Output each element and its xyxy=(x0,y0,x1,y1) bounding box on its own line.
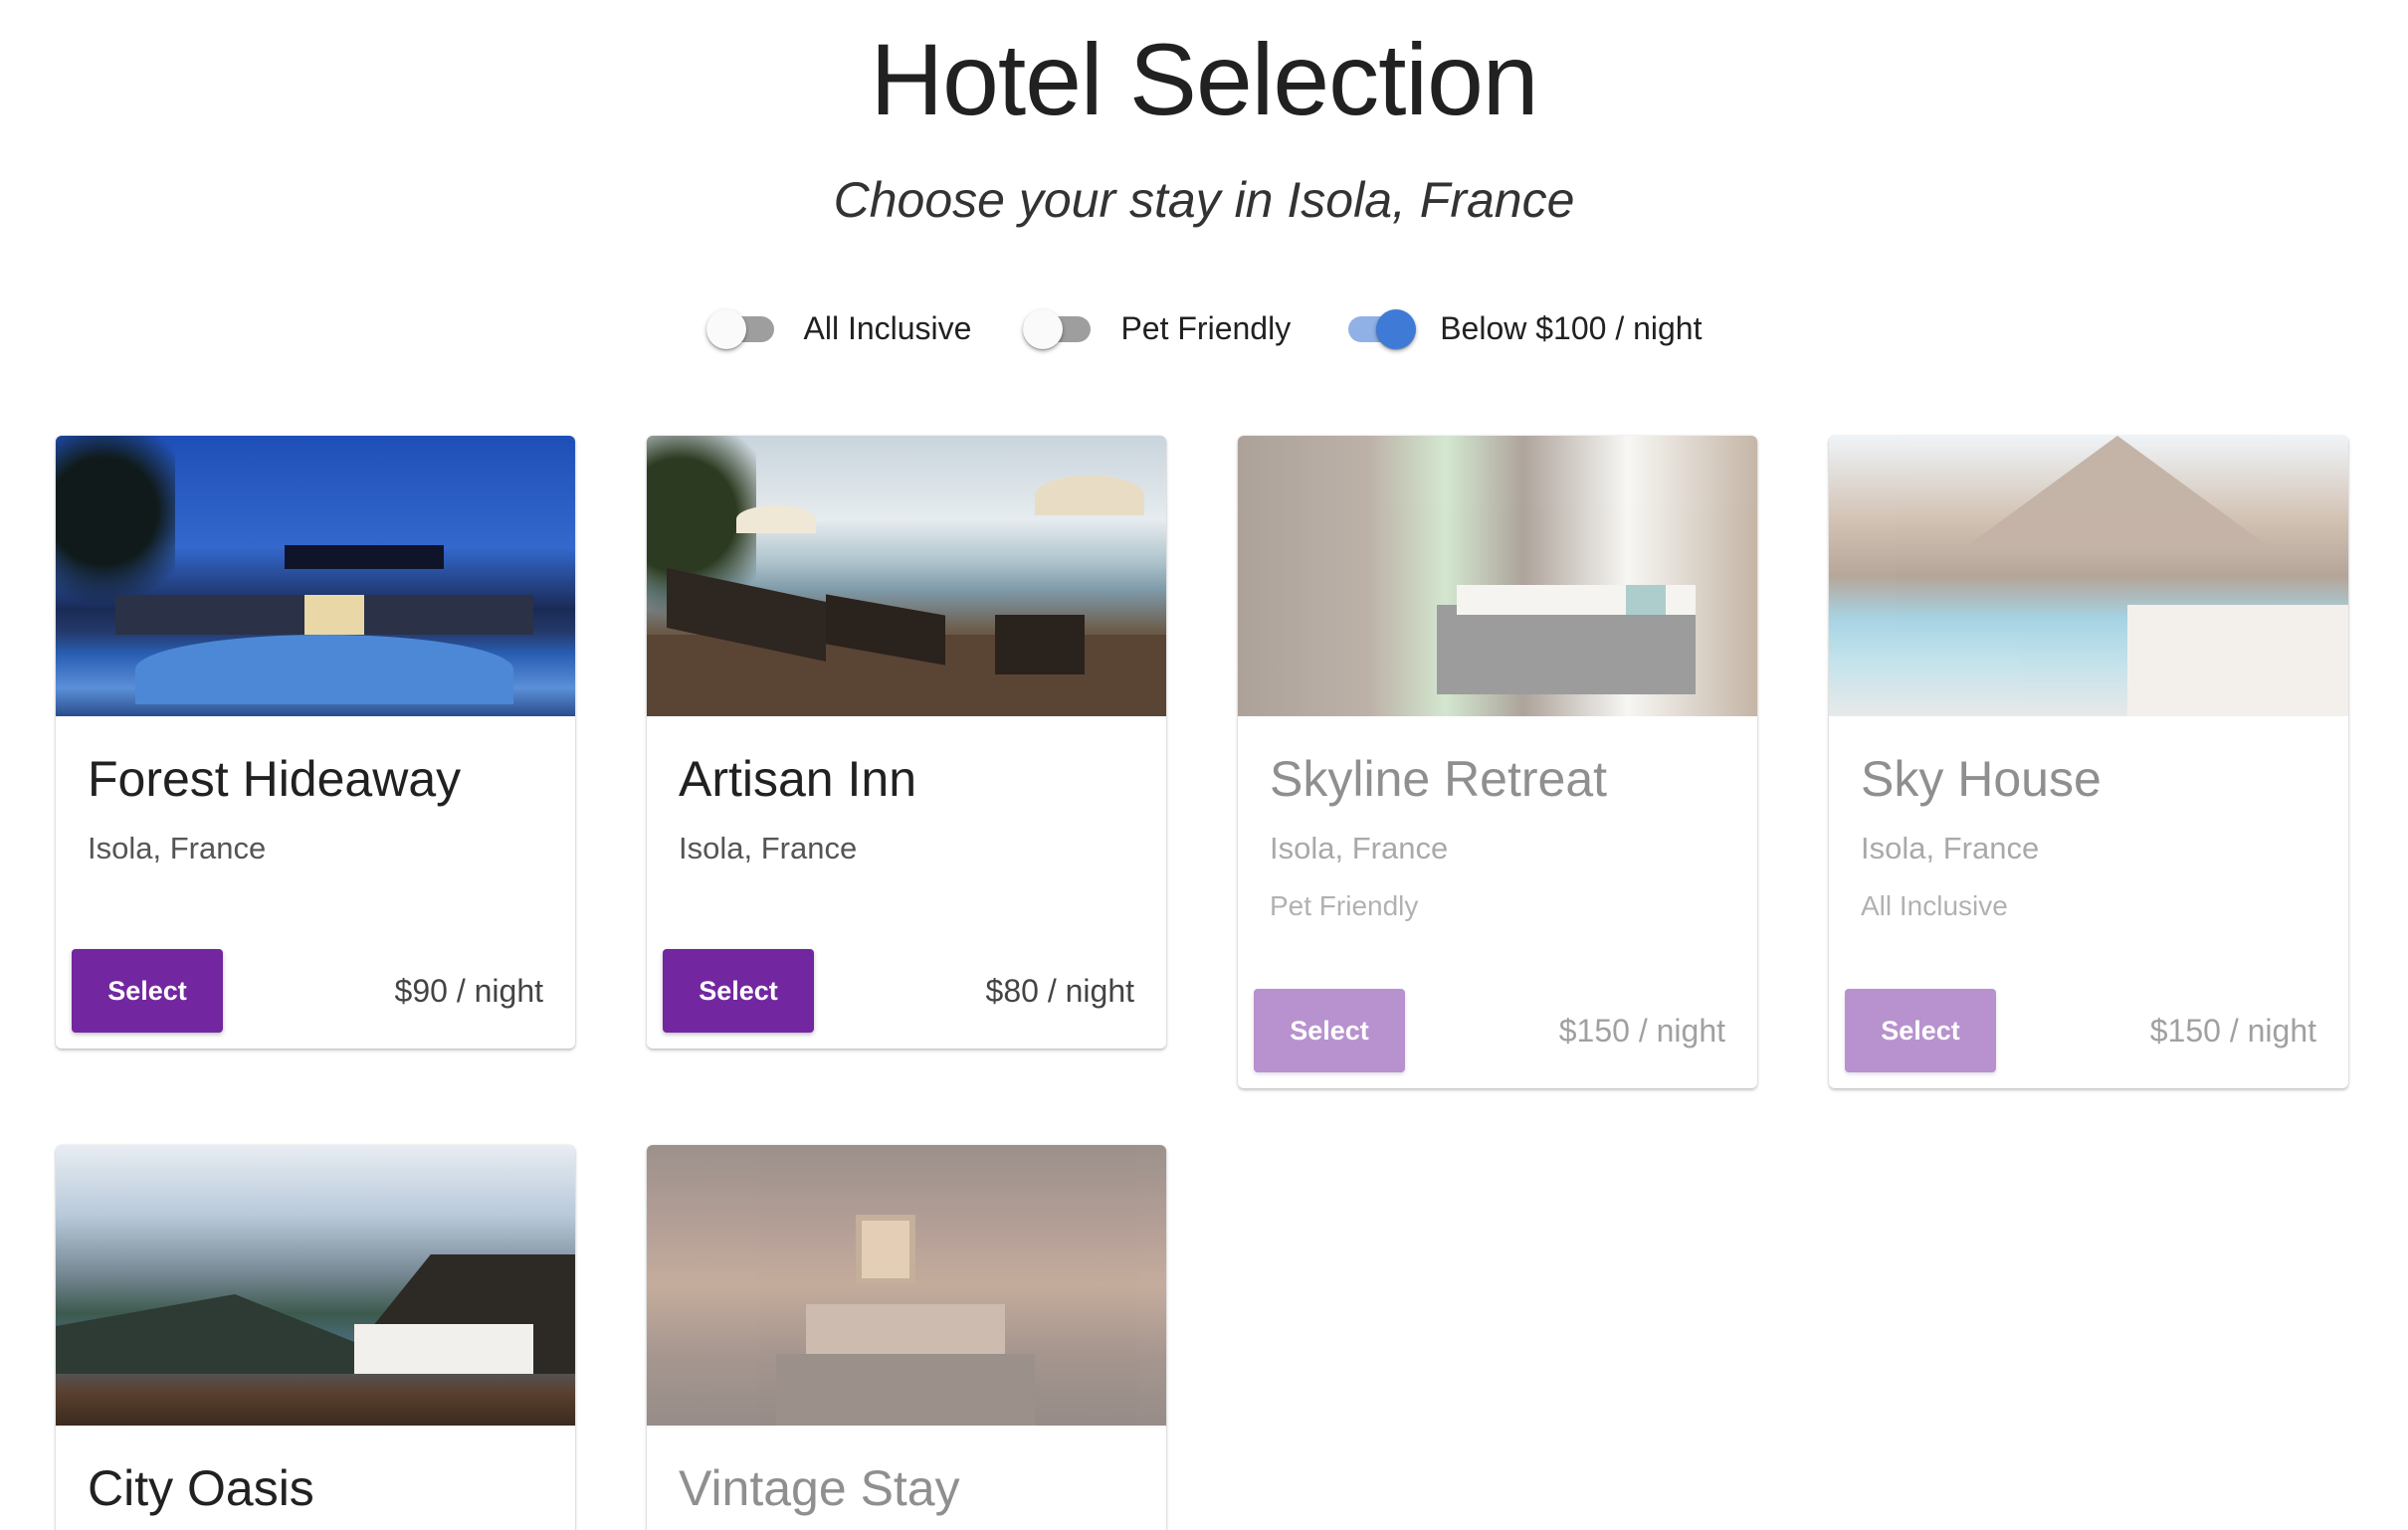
select-button[interactable]: Select xyxy=(72,949,223,1033)
hotel-card-city-oasis: City Oasis xyxy=(56,1145,575,1530)
hotel-card-sky-house: Sky House Isola, France All Inclusive Se… xyxy=(1829,436,2348,1088)
filter-bar: All Inclusive Pet Friendly Below $100 / … xyxy=(0,308,2408,349)
hotel-name: Sky House xyxy=(1861,751,2102,807)
hotel-location: Isola, France xyxy=(679,831,858,865)
hotel-card-skyline-retreat: Skyline Retreat Isola, France Pet Friend… xyxy=(1238,436,1757,1088)
hotel-price: $150 / night xyxy=(1558,1012,1725,1049)
filter-label: Below $100 / night xyxy=(1440,309,1703,346)
hotel-name: Artisan Inn xyxy=(679,751,917,807)
below-100-toggle[interactable] xyxy=(1342,308,1417,349)
toggle-thumb[interactable] xyxy=(705,309,746,349)
hotel-photo xyxy=(647,436,1166,716)
hotel-name: Forest Hideaway xyxy=(88,751,462,807)
filter-below-100[interactable]: Below $100 / night xyxy=(1342,308,1703,349)
hotel-card-artisan-inn: Artisan Inn Isola, France Select $80 / n… xyxy=(647,436,1166,1049)
hotel-photo xyxy=(56,1145,575,1426)
hotel-tag: All Inclusive xyxy=(1861,890,2008,921)
hotel-tag: Pet Friendly xyxy=(1270,890,1419,921)
filter-all-inclusive[interactable]: All Inclusive xyxy=(705,308,972,349)
hotel-price: $90 / night xyxy=(394,972,543,1009)
select-button[interactable]: Select xyxy=(1845,989,1996,1072)
pet-friendly-toggle[interactable] xyxy=(1023,308,1097,349)
hotel-name: City Oasis xyxy=(88,1460,314,1516)
hotel-photo xyxy=(1238,436,1757,716)
select-button[interactable]: Select xyxy=(663,949,814,1033)
hotel-location: Isola, France xyxy=(1270,831,1449,865)
toggle-thumb[interactable] xyxy=(1376,309,1417,349)
page-title: Hotel Selection xyxy=(870,23,1538,136)
hotel-photo xyxy=(1829,436,2348,716)
hotel-name: Skyline Retreat xyxy=(1270,751,1608,807)
hotel-name: Vintage Stay xyxy=(679,1460,960,1516)
filter-pet-friendly[interactable]: Pet Friendly xyxy=(1023,308,1292,349)
hotel-price: $150 / night xyxy=(2149,1012,2316,1049)
filter-label: Pet Friendly xyxy=(1120,309,1292,346)
hotel-photo xyxy=(56,436,575,716)
hotel-card-forest-hideaway: Forest Hideaway Isola, France Select $90… xyxy=(56,436,575,1049)
hotel-location: Isola, France xyxy=(1861,831,2040,865)
all-inclusive-toggle[interactable] xyxy=(705,308,780,349)
toggle-thumb[interactable] xyxy=(1023,309,1064,349)
hotel-card-vintage-stay: Vintage Stay xyxy=(647,1145,1166,1530)
hotel-photo xyxy=(647,1145,1166,1426)
hotel-price: $80 / night xyxy=(985,972,1134,1009)
select-button[interactable]: Select xyxy=(1254,989,1405,1072)
page-subtitle: Choose your stay in Isola, France xyxy=(833,172,1575,228)
filter-label: All Inclusive xyxy=(803,309,972,346)
hotel-location: Isola, France xyxy=(88,831,267,865)
